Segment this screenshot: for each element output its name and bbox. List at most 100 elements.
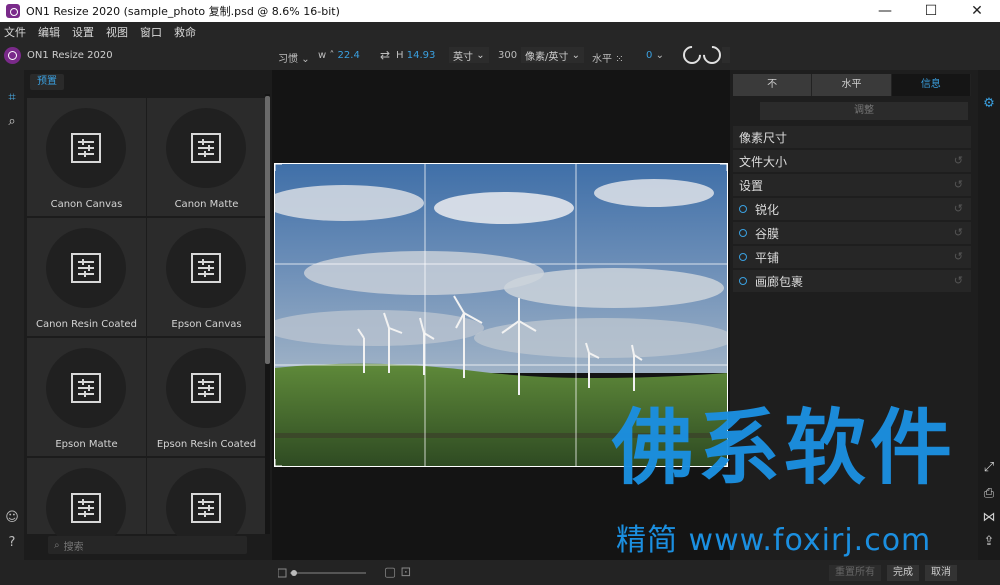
done-button[interactable]: 完成 bbox=[887, 565, 919, 581]
preset-dropdown[interactable]: 习惯 ⌄ bbox=[278, 50, 310, 65]
section-file-size[interactable]: 文件大小 ↺ bbox=[733, 150, 971, 172]
share-icon[interactable]: ⋈ bbox=[981, 510, 997, 526]
section-tiling[interactable]: 平铺 ↺ bbox=[733, 246, 971, 268]
preset-thumbnail bbox=[46, 108, 126, 188]
preset-search-input[interactable]: ⌕ 搜索 bbox=[48, 536, 247, 554]
section-settings[interactable]: 设置 ↺ bbox=[733, 174, 971, 196]
preset-card[interactable] bbox=[147, 458, 266, 548]
title-bar: ON1 Resize 2020 (sample_photo 复制.psd @ 8… bbox=[0, 0, 1000, 22]
preset-settings-icon bbox=[71, 493, 101, 523]
section-sharpen[interactable]: 锐化 ↺ bbox=[733, 198, 971, 220]
section-label: 画廊包裹 bbox=[755, 274, 804, 289]
reset-icon[interactable]: ↺ bbox=[954, 226, 963, 239]
grid-icon: ⁙ bbox=[615, 54, 624, 65]
resolution-field[interactable]: 300 bbox=[498, 50, 517, 61]
width-field[interactable]: w ˄ 22.4 bbox=[318, 50, 360, 61]
preset-label: Canon Resin Coated bbox=[36, 319, 137, 330]
app-icon bbox=[6, 4, 20, 18]
rotation-dropdown[interactable]: 0 ⌄ bbox=[646, 50, 664, 61]
preset-settings-icon bbox=[191, 253, 221, 283]
preset-card[interactable]: Epson Resin Coated bbox=[147, 338, 266, 456]
tab-horizontal[interactable]: 水平 bbox=[812, 74, 892, 96]
preset-label: Epson Canvas bbox=[171, 319, 242, 330]
reset-icon[interactable]: ↺ bbox=[954, 274, 963, 287]
preset-thumbnail bbox=[166, 348, 246, 428]
preset-thumbnail bbox=[166, 108, 246, 188]
toggle-radio-icon[interactable] bbox=[739, 229, 747, 237]
width-value: 22.4 bbox=[337, 50, 360, 61]
help-icon[interactable]: ? bbox=[4, 535, 20, 551]
preset-card[interactable]: Canon Matte bbox=[147, 98, 266, 216]
section-pixel-dimensions[interactable]: 像素尺寸 bbox=[733, 126, 971, 148]
preset-panel: 预置 Canon Canvas Canon Matte Canon Resin … bbox=[24, 70, 272, 560]
search-placeholder: 搜索 bbox=[63, 541, 84, 553]
preset-thumbnail bbox=[46, 348, 126, 428]
preset-settings-icon bbox=[191, 493, 221, 523]
resolution-unit-dropdown[interactable]: 像素/英寸 ⌄ bbox=[521, 47, 584, 63]
watermark-url: 精简 www.foxirj.com bbox=[616, 523, 932, 558]
flip-icon[interactable] bbox=[722, 47, 730, 63]
rotation-value: 0 bbox=[646, 50, 653, 61]
preset-card[interactable]: Canon Canvas bbox=[27, 98, 146, 216]
reset-icon[interactable]: ↺ bbox=[954, 154, 963, 167]
height-value: 14.93 bbox=[406, 50, 436, 61]
export-icon[interactable]: ⇪ bbox=[981, 534, 997, 550]
adjust-button[interactable]: 调整 bbox=[760, 102, 968, 120]
section-film-grain[interactable]: 谷膜 ↺ bbox=[733, 222, 971, 244]
tab-info[interactable]: 信息 bbox=[891, 74, 971, 96]
right-tool-rail: ⚙ ⤢ ⎙ ⋈ ⇪ ▭ bbox=[978, 70, 1000, 585]
actual-size-icon[interactable]: ⊡ bbox=[398, 565, 414, 581]
watermark-title: 佛系软件 bbox=[612, 401, 957, 496]
print-icon[interactable]: ⎙ bbox=[981, 486, 997, 502]
swap-dimensions-icon[interactable]: ⇄ bbox=[380, 48, 390, 62]
preset-scrollbar-thumb[interactable] bbox=[265, 96, 270, 364]
toggle-radio-icon[interactable] bbox=[739, 205, 747, 213]
preset-card[interactable]: Epson Matte bbox=[27, 338, 146, 456]
section-label: 像素尺寸 bbox=[739, 130, 788, 145]
menu-view[interactable]: 视图 bbox=[106, 24, 128, 40]
fit-to-screen-icon[interactable]: ▢ bbox=[382, 565, 398, 581]
minimize-button[interactable]: — bbox=[862, 0, 908, 22]
rotate-left-icon[interactable] bbox=[679, 42, 705, 68]
unit-value: 英寸 bbox=[453, 51, 473, 63]
preset-thumbnail bbox=[166, 228, 246, 308]
zoom-slider[interactable] bbox=[278, 568, 378, 578]
menu-bar: 文件 编辑 设置 视图 窗口 救命 bbox=[0, 22, 1000, 42]
preset-thumbnail bbox=[46, 228, 126, 308]
height-field[interactable]: H 14.93 bbox=[396, 50, 435, 61]
section-gallery-wrap[interactable]: 画廊包裹 ↺ bbox=[733, 270, 971, 292]
menu-window[interactable]: 窗口 bbox=[140, 24, 162, 40]
maximize-button[interactable]: ☐ bbox=[908, 0, 954, 22]
zoom-icon[interactable]: ⌕ bbox=[4, 114, 20, 130]
preset-label: Epson Resin Coated bbox=[156, 439, 257, 450]
tab-none[interactable]: 不 bbox=[733, 74, 813, 96]
crop-icon[interactable]: ⌗ bbox=[4, 90, 20, 106]
resize-export-icon[interactable]: ⤢ bbox=[981, 460, 997, 476]
reset-icon[interactable]: ↺ bbox=[954, 178, 963, 191]
menu-settings[interactable]: 设置 bbox=[72, 24, 94, 40]
orientation-dropdown[interactable]: 水平 ⁙ bbox=[592, 50, 624, 65]
reset-all-button[interactable]: 重置所有 bbox=[829, 565, 881, 581]
cancel-button[interactable]: 取消 bbox=[925, 565, 957, 581]
bottom-bar: ▢ ⊡ 重置所有 完成 取消 bbox=[0, 560, 1000, 585]
close-button[interactable]: ✕ bbox=[954, 0, 1000, 22]
preset-card[interactable] bbox=[27, 458, 146, 548]
toggle-radio-icon[interactable] bbox=[739, 253, 747, 261]
info-panel-icon[interactable]: ⚙ bbox=[981, 96, 997, 112]
chevron-down-icon: ⌄ bbox=[571, 49, 580, 61]
rotate-right-icon[interactable] bbox=[699, 42, 725, 68]
reset-icon[interactable]: ↺ bbox=[954, 202, 963, 215]
tab-presets[interactable]: 预置 bbox=[30, 74, 64, 90]
preset-card[interactable]: Epson Canvas bbox=[147, 218, 266, 336]
menu-edit[interactable]: 编辑 bbox=[38, 24, 60, 40]
menu-file[interactable]: 文件 bbox=[4, 24, 26, 40]
reset-icon[interactable]: ↺ bbox=[954, 250, 963, 263]
preset-settings-icon bbox=[191, 373, 221, 403]
section-label: 锐化 bbox=[755, 202, 780, 217]
menu-help[interactable]: 救命 bbox=[174, 24, 196, 40]
unit-dropdown[interactable]: 英寸 ⌄ bbox=[449, 47, 489, 63]
user-icon[interactable]: ☺ bbox=[4, 510, 20, 526]
preset-card[interactable]: Canon Resin Coated bbox=[27, 218, 146, 336]
toggle-radio-icon[interactable] bbox=[739, 277, 747, 285]
chevron-down-icon: ⌄ bbox=[476, 49, 485, 61]
